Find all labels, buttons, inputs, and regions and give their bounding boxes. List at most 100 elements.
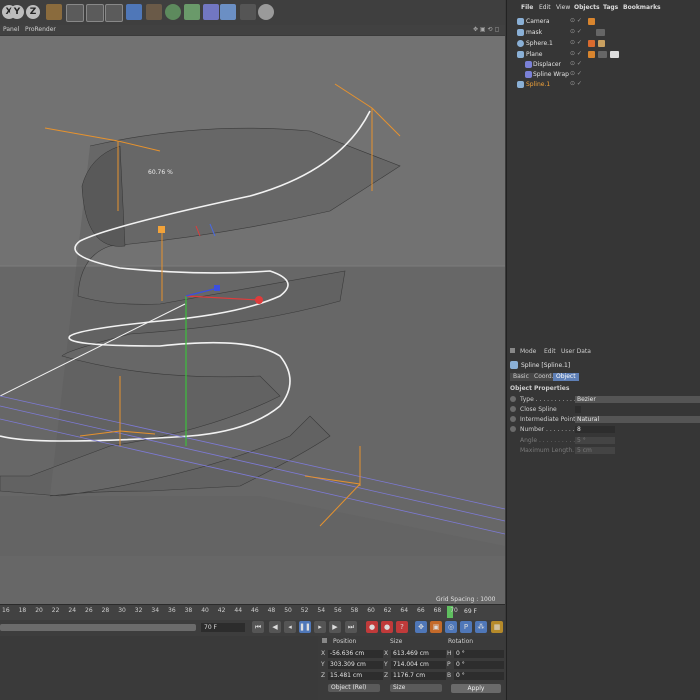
current-frame-label: 69 F (464, 608, 477, 615)
menu-view[interactable]: View (556, 4, 570, 11)
move-key-icon[interactable]: ✥ (415, 621, 427, 633)
rotation-p-field[interactable]: 0 ° (454, 661, 504, 669)
phong-tag-icon[interactable] (588, 51, 595, 58)
rotate-key-icon[interactable]: ◎ (445, 621, 457, 633)
number-field[interactable]: 8 (575, 426, 615, 433)
autokey-icon[interactable]: ● (381, 621, 393, 633)
object-row-spline[interactable]: Spline.1 ⊙ ✓ (506, 80, 700, 90)
timeline-ruler[interactable]: 16 18 20 22 24 26 28 30 32 34 36 38 40 42 44 46 48 50 52 54… (0, 604, 505, 621)
scale-key-icon[interactable]: ▣ (430, 621, 442, 633)
record-icon[interactable]: ● (366, 621, 378, 633)
deformer-icon[interactable] (220, 4, 236, 20)
size-z-field[interactable]: 1176.7 cm (391, 672, 446, 680)
viewport-menu-panel[interactable]: Panel (3, 26, 19, 33)
object-row-plane[interactable]: Plane ⊙ ✓ (506, 50, 700, 60)
film-strip-icon[interactable]: ▦ (491, 621, 503, 633)
texture-tag-icon[interactable] (598, 40, 605, 47)
pause-icon[interactable]: ❚❚ (299, 621, 311, 633)
size-y-field[interactable]: 714.004 cm (391, 661, 446, 669)
animate-icon[interactable] (510, 416, 516, 422)
spline-icon (510, 361, 518, 369)
step-forward-icon[interactable]: ▸ (314, 621, 326, 633)
size-x-field[interactable]: 613.469 cm (391, 650, 446, 658)
spline-wrap-icon (525, 71, 532, 78)
menu-objects[interactable]: Objects (574, 4, 600, 11)
camera-icon[interactable] (240, 4, 256, 20)
rotation-b-field[interactable]: 0 ° (454, 672, 504, 680)
subdivision-icon[interactable] (165, 4, 181, 20)
type-dropdown[interactable]: Bezier (575, 396, 700, 403)
material-tag-icon[interactable] (598, 51, 607, 58)
sphere-icon (517, 40, 524, 47)
z-axis-lock-button[interactable]: Z (26, 5, 40, 19)
tab-object[interactable]: Object (553, 373, 579, 381)
timeline-tick: 34 (151, 607, 160, 614)
array-icon[interactable] (203, 4, 219, 20)
render-icon[interactable] (86, 4, 104, 22)
undo-icon[interactable] (46, 4, 62, 20)
frame-range-slider[interactable] (0, 624, 196, 631)
close-spline-checkbox[interactable] (575, 406, 581, 413)
viewport-menu-prorender[interactable]: ProRender (25, 26, 56, 33)
object-row-camera[interactable]: Camera ⊙ ✓ (506, 17, 700, 27)
attribute-grip-icon (510, 348, 515, 353)
coordinate-mode-dropdown[interactable]: Object (Rel) (328, 684, 380, 692)
param-key-icon[interactable]: P (460, 621, 472, 633)
menu-file[interactable]: File (521, 4, 533, 11)
timeline-tick: 52 (300, 607, 309, 614)
step-back-icon[interactable]: ◂ (284, 621, 296, 633)
object-row-spline-wrap[interactable]: Spline Wrap ⊙ ✓ (506, 70, 700, 80)
grid-spacing-label: Grid Spacing : 1000 cm (436, 596, 496, 604)
object-row-mask[interactable]: mask ⊙ ✓ (506, 28, 700, 38)
object-manager-menu: File Edit View Objects Tags Bookmarks (506, 4, 700, 14)
object-row-sphere[interactable]: Sphere.1 ⊙ ✓ (506, 39, 700, 49)
timeline-tick: 54 (317, 607, 326, 614)
timeline-tick: 22 (51, 607, 60, 614)
object-properties-header: Object Properties (510, 385, 570, 392)
menu-edit[interactable]: Edit (539, 4, 551, 11)
target-tag-icon[interactable] (588, 18, 595, 25)
coords-row-y: Y 303.309 cm Y 714.004 cm P 0 ° (318, 661, 505, 670)
angle-field: 5 ° (575, 437, 615, 444)
menu-mode[interactable]: Mode (520, 348, 536, 355)
timeline-tick: 28 (101, 607, 110, 614)
timeline-tick: 20 (35, 607, 43, 614)
timeline-tick: 44 (234, 607, 243, 614)
size-mode-dropdown[interactable]: Size (390, 684, 442, 692)
go-to-end-icon[interactable]: ⏭ (345, 621, 357, 633)
cube-icon[interactable] (126, 4, 142, 20)
light-icon[interactable] (258, 4, 274, 20)
menu-user-data[interactable]: User Data (561, 348, 591, 355)
3d-viewport[interactable]: 60.76 % Grid Spacing : 1000 cm (0, 36, 505, 604)
object-row-displacer[interactable]: Displacer ⊙ ✓ (506, 60, 700, 70)
material-tag-icon[interactable] (610, 51, 619, 58)
position-x-field[interactable]: -56.636 cm (328, 650, 383, 658)
render-settings-icon[interactable] (105, 4, 123, 22)
animate-icon[interactable] (510, 396, 516, 402)
go-to-start-icon[interactable]: ⏮ (252, 621, 264, 633)
next-key-icon[interactable]: ▶ (329, 621, 341, 633)
rotation-h-field[interactable]: 0 ° (454, 650, 504, 658)
menu-edit-am[interactable]: Edit (544, 348, 556, 355)
viewport-nav-icon[interactable]: ✥ ▣ ⟲ ◻ (473, 26, 499, 33)
menu-bookmarks[interactable]: Bookmarks (623, 4, 661, 11)
selection-label: 60.76 % (148, 169, 173, 176)
previous-key-icon[interactable]: ◀ (269, 621, 281, 633)
animate-icon[interactable] (510, 426, 516, 432)
keyframe-selection-icon[interactable]: ? (396, 621, 408, 633)
apply-button[interactable]: Apply (451, 684, 501, 693)
frame-field[interactable]: 70 F (201, 623, 245, 632)
pla-key-icon[interactable]: ⁂ (475, 621, 487, 633)
position-y-field[interactable]: 303.309 cm (328, 661, 383, 669)
intermediate-points-dropdown[interactable]: Natural (575, 416, 700, 423)
position-z-field[interactable]: 15.481 cm (328, 672, 383, 680)
material-tag-icon[interactable] (596, 29, 605, 36)
animate-icon[interactable] (510, 406, 516, 412)
y-axis-lock-button[interactable]: Y (10, 5, 24, 19)
nurbs-icon[interactable] (184, 4, 200, 20)
pen-icon[interactable] (146, 4, 162, 20)
tab-basic[interactable]: Basic (510, 373, 532, 381)
clapper-icon[interactable] (66, 4, 84, 22)
menu-tags[interactable]: Tags (603, 4, 618, 11)
compositing-tag-icon[interactable] (588, 40, 595, 47)
